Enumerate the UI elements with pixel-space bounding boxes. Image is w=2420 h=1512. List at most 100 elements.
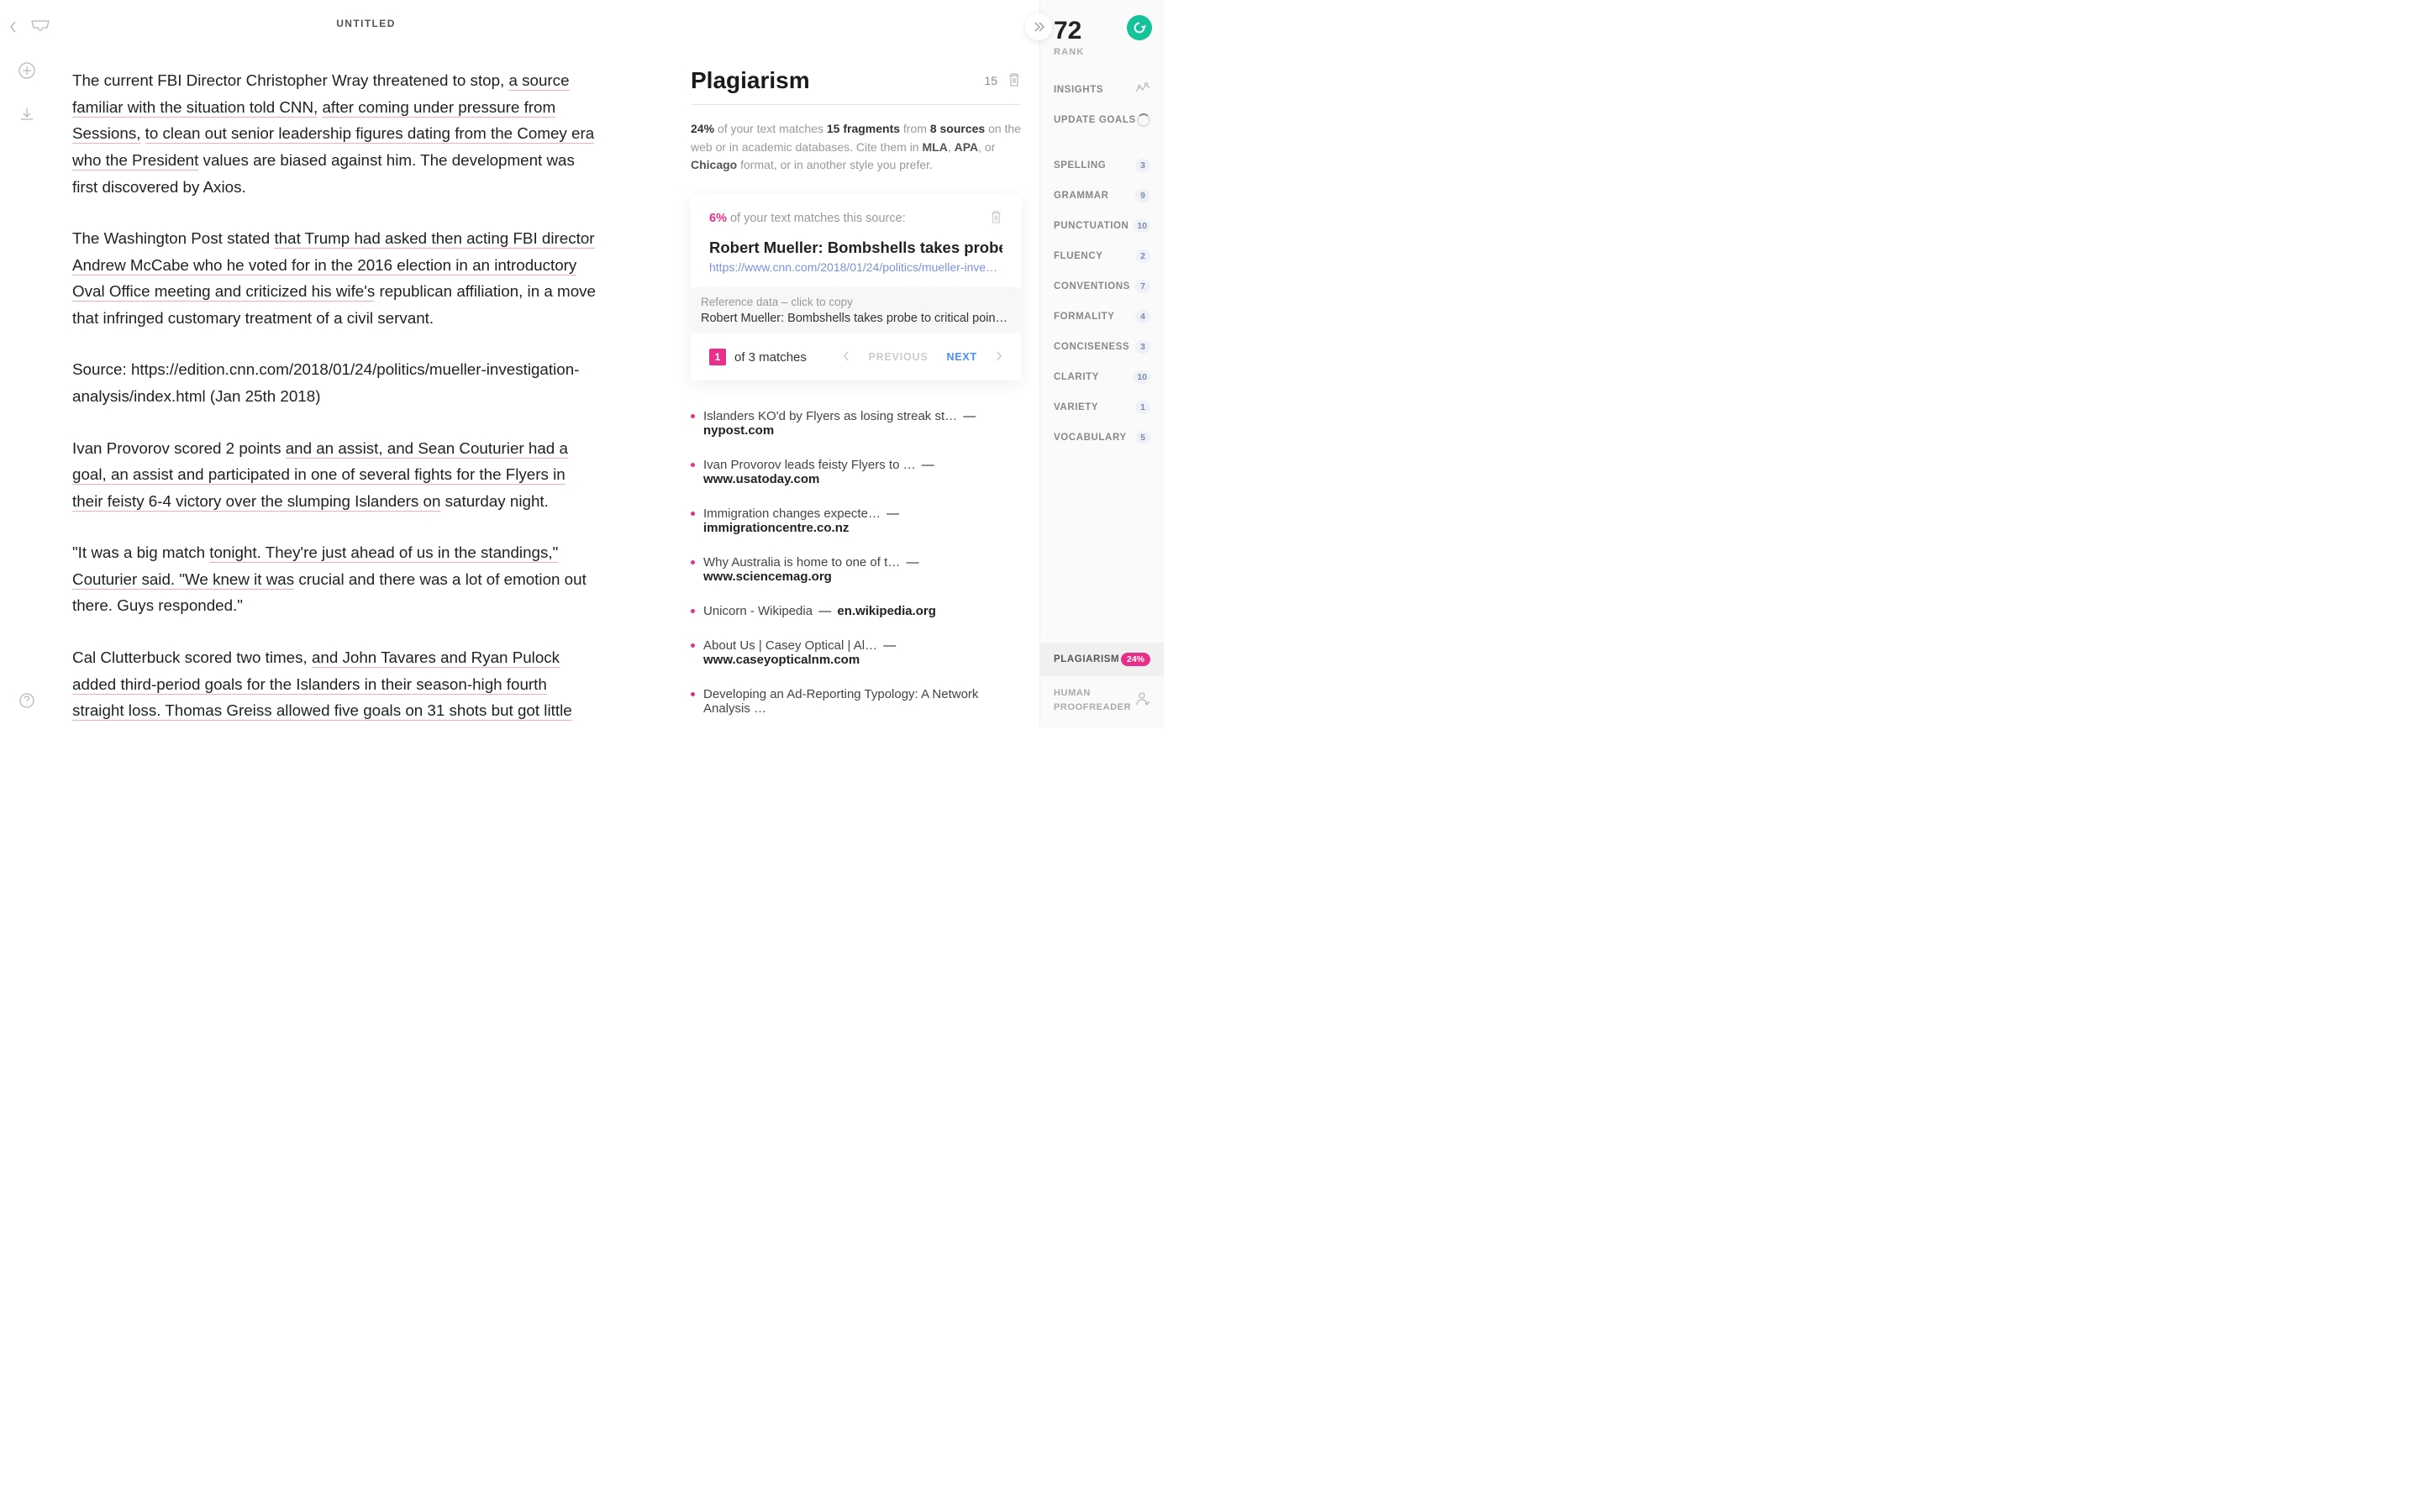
- left-toolbar: [0, 0, 54, 727]
- source-item[interactable]: Islanders KO'd by Flyers as losing strea…: [691, 399, 1021, 448]
- source-domain: www.caseyopticalnm.com: [703, 653, 860, 667]
- grammarly-logo[interactable]: [1127, 15, 1152, 40]
- plagiarism-panel: Plagiarism 15 24% of your text matches 1…: [678, 0, 1039, 727]
- collapse-panel-button[interactable]: [1025, 13, 1052, 40]
- chicago-link[interactable]: Chicago: [691, 158, 737, 171]
- trash-icon[interactable]: [1007, 72, 1021, 90]
- stat-label: VARIETY: [1054, 402, 1098, 412]
- stat-row-clarity[interactable]: CLARITY 10: [1054, 362, 1150, 392]
- stat-row-conventions[interactable]: CONVENTIONS 7: [1054, 271, 1150, 302]
- source-title: Why Australia is home to one of t…: [703, 555, 900, 570]
- stat-label: VOCABULARY: [1054, 433, 1127, 443]
- stat-label: CONCISENESS: [1054, 342, 1129, 352]
- paragraph[interactable]: "It was a big match tonight. They're jus…: [72, 539, 600, 619]
- source-title: Developing an Ad-Reporting Typology: A N…: [703, 687, 978, 716]
- bullet-icon: [691, 643, 695, 648]
- bullet-icon: [691, 560, 695, 564]
- source-item[interactable]: Why Australia is home to one of t… — www…: [691, 545, 1021, 594]
- mla-link[interactable]: MLA: [922, 140, 947, 154]
- source-title: About Us | Casey Optical | Al…: [703, 638, 877, 653]
- stat-row-variety[interactable]: VARIETY 1: [1054, 392, 1150, 423]
- stat-count-badge: 5: [1135, 431, 1150, 444]
- stat-label: SPELLING: [1054, 160, 1106, 171]
- stat-count-badge: 3: [1135, 159, 1150, 172]
- source-domain: immigrationcentre.co.nz: [703, 521, 849, 535]
- source-item[interactable]: Immigration changes expecte… — immigrati…: [691, 496, 1021, 545]
- paragraph[interactable]: The current FBI Director Christopher Wra…: [72, 67, 600, 200]
- source-item[interactable]: Developing an Ad-Reporting Typology: A N…: [691, 677, 1021, 726]
- match-index-badge: 1: [709, 349, 726, 365]
- spinner-icon: [1137, 113, 1150, 127]
- stat-row-grammar[interactable]: GRAMMAR9: [1054, 181, 1150, 211]
- bullet-icon: [691, 463, 695, 467]
- download-button[interactable]: [17, 104, 37, 124]
- document-header: UNTITLED: [54, 0, 678, 47]
- plagiarism-count: 15: [984, 74, 997, 87]
- stat-count-badge: 2: [1135, 249, 1150, 263]
- stat-label: CLARITY: [1054, 372, 1099, 382]
- stat-count-badge: 1: [1135, 401, 1150, 414]
- bullet-icon: [691, 692, 695, 696]
- apa-link[interactable]: APA: [955, 140, 979, 154]
- right-sidebar: 72 RANK INSIGHTS UPDATE GOALS SPELLING3G…: [1039, 0, 1164, 727]
- chevron-right-icon: [996, 351, 1002, 364]
- source-item[interactable]: Unicorn - Wikipedia — en.wikipedia.org: [691, 594, 1021, 628]
- source-title: Unicorn - Wikipedia: [703, 604, 813, 618]
- stat-row-fluency[interactable]: FLUENCY 2: [1054, 241, 1150, 271]
- add-button[interactable]: [17, 60, 37, 81]
- document-editor[interactable]: The current FBI Director Christopher Wra…: [54, 47, 642, 727]
- stat-row-punctuation[interactable]: PUNCTUATION10: [1054, 211, 1150, 241]
- bullet-icon: [691, 414, 695, 418]
- stat-count-badge: 7: [1135, 280, 1150, 293]
- match-percent-line: 6% of your text matches this source:: [709, 212, 906, 225]
- dismiss-match-button[interactable]: [990, 210, 1002, 228]
- source-domain: en.wikipedia.org: [837, 604, 936, 618]
- document-title[interactable]: UNTITLED: [336, 18, 396, 29]
- stat-count-badge: 10: [1134, 219, 1150, 233]
- source-item[interactable]: About Us | Casey Optical | Al… — www.cas…: [691, 628, 1021, 677]
- next-match-button[interactable]: NEXT: [946, 351, 977, 363]
- back-button[interactable]: [3, 17, 24, 37]
- proofreader-icon: [1135, 691, 1150, 709]
- source-domain: www.sciencemag.org: [703, 570, 832, 584]
- insights-link[interactable]: INSIGHTS: [1054, 74, 1150, 105]
- help-button[interactable]: [17, 690, 37, 711]
- source-title: Islanders KO'd by Flyers as losing strea…: [703, 409, 957, 423]
- stat-row-vocabulary[interactable]: VOCABULARY 5: [1054, 423, 1150, 453]
- update-goals-link[interactable]: UPDATE GOALS: [1054, 105, 1150, 135]
- match-url[interactable]: https://www.cnn.com/2018/01/24/politics/…: [709, 260, 1002, 274]
- stat-label: GRAMMAR: [1054, 191, 1109, 201]
- source-domain: nypost.com: [703, 423, 774, 438]
- reference-copy-box[interactable]: Reference data – click to copy Robert Mu…: [691, 287, 1021, 333]
- match-title[interactable]: Robert Mueller: Bombshells takes probe t…: [709, 239, 1002, 257]
- plagiarism-percent-badge: 24%: [1121, 653, 1150, 666]
- main-column: UNTITLED The current FBI Director Christ…: [54, 0, 678, 727]
- stat-row-formality[interactable]: FORMALITY 4: [1054, 302, 1150, 332]
- stat-label: FORMALITY: [1054, 312, 1114, 322]
- stat-label: FLUENCY: [1054, 251, 1103, 261]
- source-list: Islanders KO'd by Flyers as losing strea…: [691, 399, 1021, 726]
- insights-icon: [1135, 82, 1150, 97]
- stat-row-conciseness[interactable]: CONCISENESS3: [1054, 332, 1150, 362]
- plagiarism-summary: 24% of your text matches 15 fragments fr…: [691, 120, 1021, 175]
- paragraph[interactable]: Source: https://edition.cnn.com/2018/01/…: [72, 356, 600, 409]
- stat-label: CONVENTIONS: [1054, 281, 1130, 291]
- source-title: Immigration changes expecte…: [703, 507, 881, 521]
- source-item[interactable]: Ivan Provorov leads feisty Flyers to … —…: [691, 448, 1021, 496]
- human-proofreader-link[interactable]: HUMAN PROOFREADER: [1054, 676, 1150, 714]
- paragraph[interactable]: Ivan Provorov scored 2 points and an ass…: [72, 435, 600, 515]
- plagiarism-title: Plagiarism: [691, 67, 810, 94]
- stat-count-badge: 4: [1135, 310, 1150, 323]
- source-domain: www.usatoday.com: [703, 472, 819, 486]
- plagiarism-stat-row[interactable]: PLAGIARISM 24%: [1040, 643, 1164, 676]
- chevron-left-icon: [843, 351, 850, 364]
- previous-match-button[interactable]: PREVIOUS: [868, 351, 928, 363]
- inbox-icon[interactable]: [30, 17, 50, 37]
- bullet-icon: [691, 512, 695, 516]
- match-card: 6% of your text matches this source: Rob…: [691, 195, 1021, 381]
- stat-row-spelling[interactable]: SPELLING 3: [1054, 150, 1150, 181]
- paragraph[interactable]: The Washington Post stated that Trump ha…: [72, 225, 600, 331]
- stat-count-badge: 10: [1134, 370, 1150, 384]
- bullet-icon: [691, 609, 695, 613]
- paragraph[interactable]: Cal Clutterbuck scored two times, and Jo…: [72, 644, 600, 724]
